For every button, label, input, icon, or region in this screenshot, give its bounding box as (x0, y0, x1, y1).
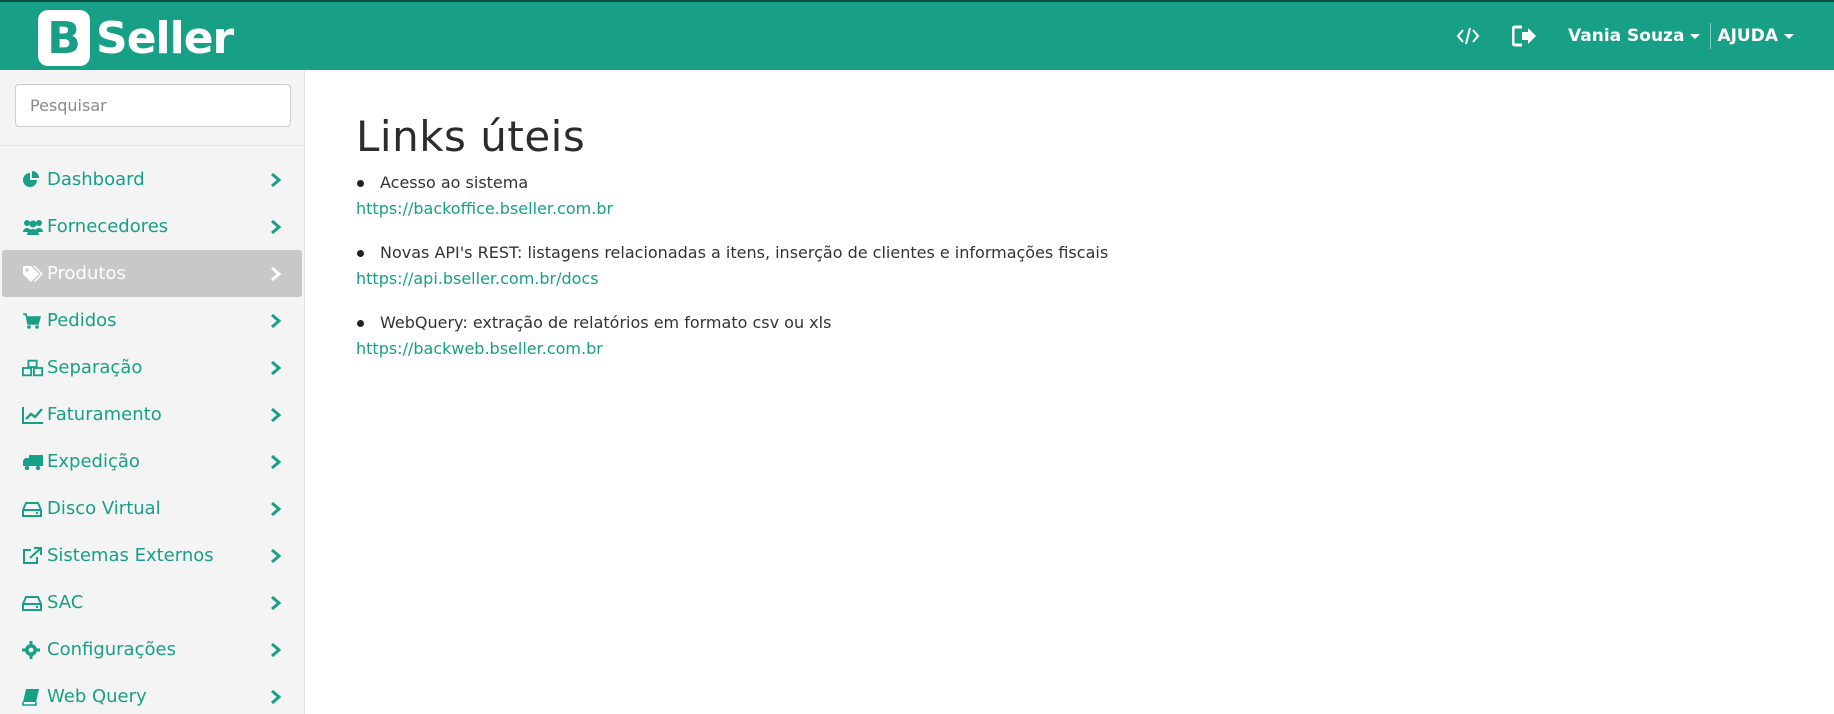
logo-mark: B (38, 10, 90, 66)
book-icon (22, 687, 44, 707)
bullet-icon (357, 249, 364, 257)
chevron-right-icon (270, 266, 282, 282)
sidebar-item-configuracoes[interactable]: Configurações (2, 626, 302, 673)
users-icon (22, 217, 44, 237)
link-description: WebQuery: extração de relatórios em form… (380, 313, 832, 332)
sidebar-item-separacao[interactable]: Separação (2, 344, 302, 391)
caret-down-icon (1690, 33, 1701, 39)
caret-down-icon (1784, 33, 1794, 39)
logo-text: Seller (96, 12, 234, 64)
header-divider (1710, 23, 1712, 49)
chevron-right-icon (270, 360, 282, 376)
tags-icon (22, 264, 44, 284)
list-item: Novas API's REST: listagens relacionadas… (356, 241, 1796, 291)
help-label: AJUDA (1717, 26, 1778, 46)
search-input[interactable] (15, 84, 291, 127)
pie-chart-icon (22, 170, 44, 190)
chevron-right-icon (270, 172, 282, 188)
sidebar-search (0, 70, 304, 146)
chevron-right-icon (270, 595, 282, 611)
user-menu[interactable]: Vania Souza (1568, 26, 1701, 46)
link-backweb[interactable]: https://backweb.bseller.com.br (356, 337, 1796, 361)
sidebar-item-label: Web Query (47, 686, 147, 707)
sidebar-item-expedicao[interactable]: Expedição (2, 438, 302, 485)
chevron-right-icon (270, 501, 282, 517)
logout-icon[interactable] (1512, 25, 1538, 47)
sidebar-item-fornecedores[interactable]: Fornecedores (2, 203, 302, 250)
brand-logo[interactable]: B Seller (38, 10, 234, 66)
sidebar-item-label: Expedição (47, 451, 140, 472)
chevron-right-icon (270, 548, 282, 564)
user-name: Vania Souza (1568, 26, 1685, 46)
sidebar-item-faturamento[interactable]: Faturamento (2, 391, 302, 438)
useful-links-list: Acesso ao sistema https://backoffice.bse… (356, 171, 1796, 361)
hdd-icon (22, 499, 44, 519)
line-chart-icon (22, 405, 44, 425)
sidebar-item-label: Fornecedores (47, 216, 169, 237)
chevron-right-icon (270, 689, 282, 705)
list-item: Acesso ao sistema https://backoffice.bse… (356, 171, 1796, 221)
link-api-docs[interactable]: https://api.bseller.com.br/docs (356, 267, 1796, 291)
bullet-icon (357, 179, 364, 187)
main-content: Links úteis Acesso ao sistema https://ba… (356, 112, 1796, 381)
gear-icon (22, 640, 44, 660)
chevron-right-icon (270, 642, 282, 658)
sidebar-item-pedidos[interactable]: Pedidos (2, 297, 302, 344)
list-item: WebQuery: extração de relatórios em form… (356, 311, 1796, 361)
top-navbar: B Seller Vania Souza AJUDA (0, 0, 1834, 70)
link-backoffice[interactable]: https://backoffice.bseller.com.br (356, 197, 1796, 221)
sidebar-item-label: Pedidos (47, 310, 117, 331)
sidebar-item-label: Configurações (47, 639, 176, 660)
chevron-right-icon (270, 219, 282, 235)
sidebar-item-sac[interactable]: SAC (2, 579, 302, 626)
sidebar-item-sistemas-externos[interactable]: Sistemas Externos (2, 532, 302, 579)
sidebar-item-label: Separação (47, 357, 143, 378)
sidebar-item-disco-virtual[interactable]: Disco Virtual (2, 485, 302, 532)
hdd-icon (22, 593, 44, 613)
sidebar: Dashboard Fornecedores Produtos (0, 70, 305, 714)
sidebar-item-dashboard[interactable]: Dashboard (2, 156, 302, 203)
header-actions: Vania Souza AJUDA (1456, 2, 1794, 70)
chevron-right-icon (270, 313, 282, 329)
sidebar-menu: Dashboard Fornecedores Produtos Pedidos … (0, 146, 304, 714)
help-menu[interactable]: AJUDA (1717, 26, 1794, 46)
sidebar-item-web-query[interactable]: Web Query (2, 673, 302, 714)
truck-icon (22, 452, 44, 472)
page-title: Links úteis (356, 112, 586, 161)
chevron-right-icon (270, 454, 282, 470)
code-icon[interactable] (1456, 26, 1480, 46)
sidebar-item-label: SAC (47, 592, 84, 613)
link-description: Novas API's REST: listagens relacionadas… (380, 243, 1109, 262)
sidebar-item-produtos[interactable]: Produtos (2, 250, 302, 297)
sidebar-item-label: Dashboard (47, 169, 145, 190)
link-description: Acesso ao sistema (380, 173, 529, 192)
bullet-icon (357, 319, 364, 327)
sidebar-item-label: Disco Virtual (47, 498, 161, 519)
cubes-icon (22, 358, 44, 378)
sidebar-item-label: Sistemas Externos (47, 545, 214, 566)
sidebar-item-label: Produtos (47, 263, 126, 284)
chevron-right-icon (270, 407, 282, 423)
shopping-cart-icon (22, 311, 44, 331)
sidebar-item-label: Faturamento (47, 404, 162, 425)
external-link-icon (22, 546, 44, 566)
